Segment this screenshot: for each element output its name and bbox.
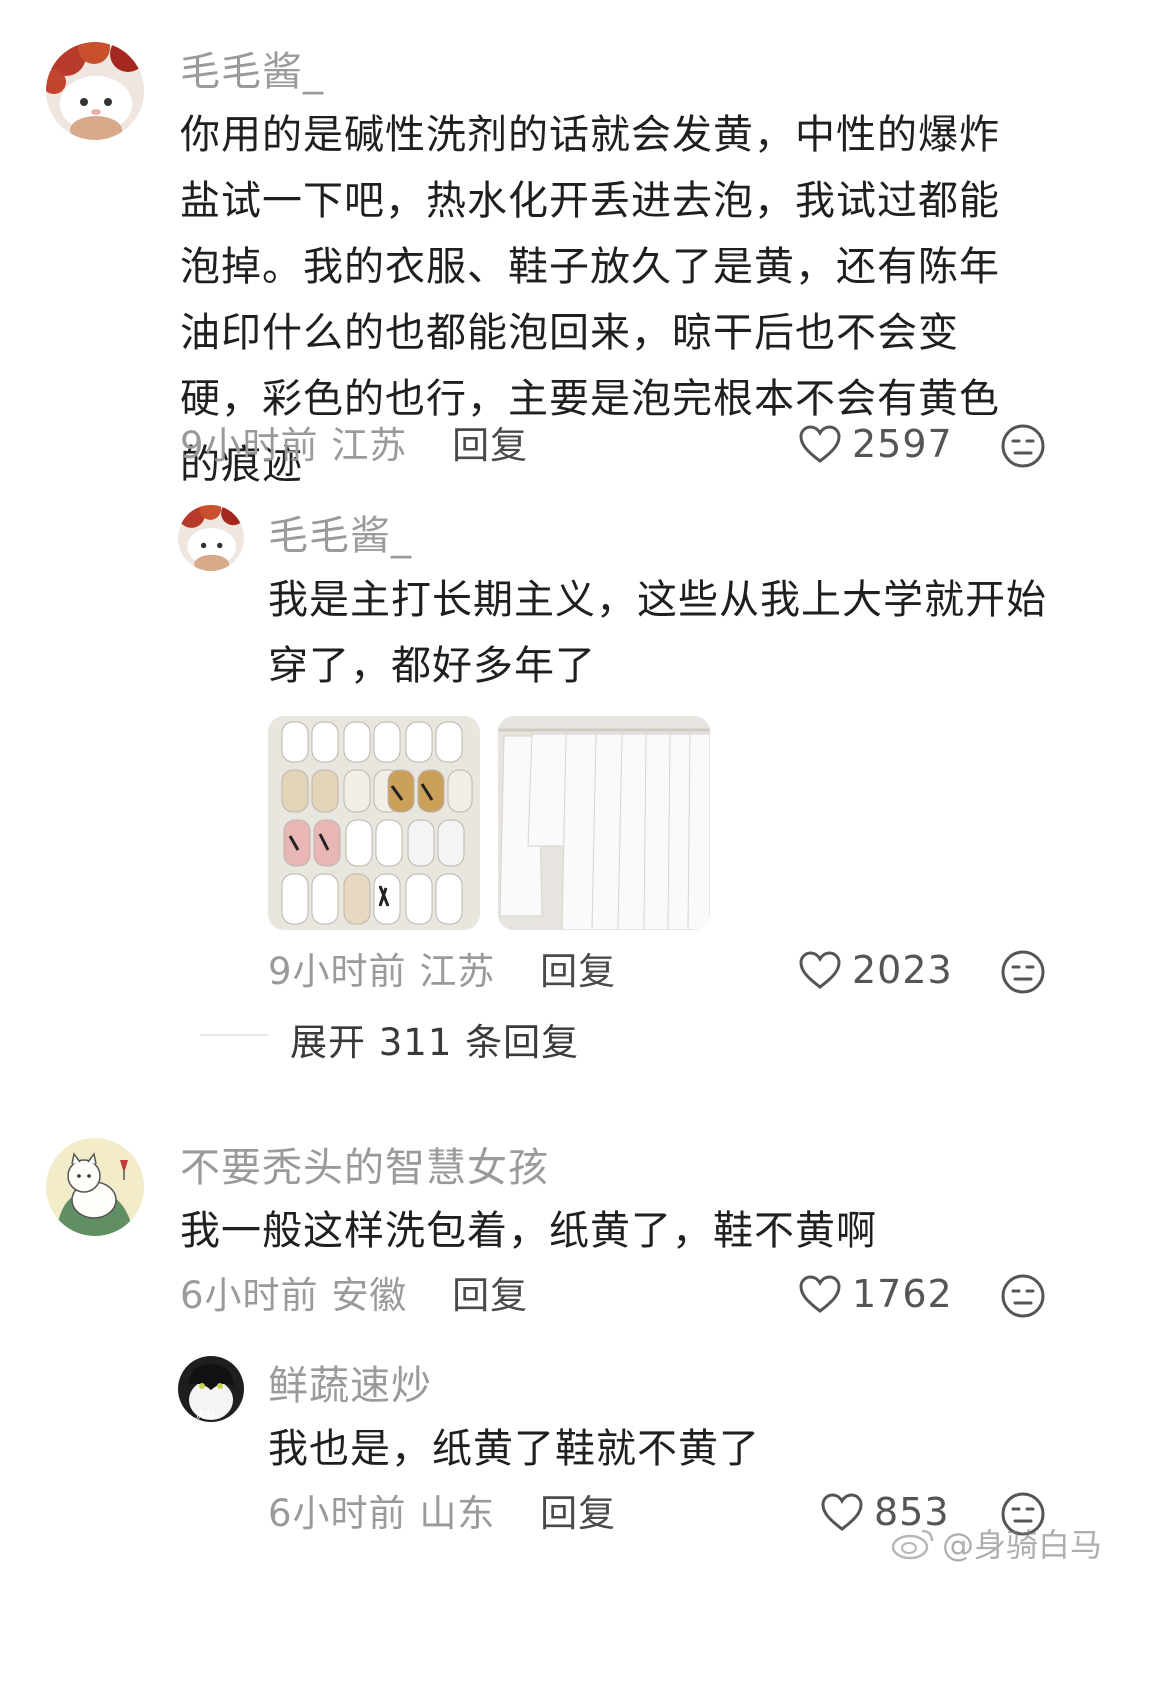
comment-location: 安徽 (331, 1274, 408, 1317)
avatar-text: 虎鲸 (196, 1408, 216, 1421)
comment-username[interactable]: 毛毛酱_ (180, 46, 324, 98)
watermark-text: @身骑白马 (942, 1526, 1103, 1564)
reply-button[interactable]: 回复 (540, 1492, 616, 1535)
heart-outline-icon (821, 1493, 863, 1531)
comment-text: 我一般这样洗包着，纸黄了，鞋不黄啊 (180, 1208, 877, 1254)
like-count: 1762 (852, 1272, 953, 1316)
reply-username[interactable]: 毛毛酱_ (268, 510, 412, 562)
neutral-face-icon[interactable] (1000, 1273, 1046, 1319)
reply-button[interactable]: 回复 (452, 424, 528, 467)
neutral-face-icon[interactable] (1000, 949, 1046, 995)
reply-text: 我也是，纸黄了鞋就不黄了 (268, 1426, 760, 1472)
like-count: 2597 (852, 422, 953, 466)
reply-time: 6小时前 (268, 1492, 407, 1535)
weibo-logo-icon (891, 1529, 934, 1560)
comment-location: 江苏 (331, 424, 408, 467)
reply-location: 江苏 (419, 950, 496, 993)
expand-replies-button[interactable]: 展开 311 条回复 (290, 1012, 579, 1066)
reply-time: 9小时前 (268, 950, 407, 993)
reply-location: 山东 (419, 1492, 496, 1535)
reply-meta: 6小时前 山东 回复 (268, 1490, 616, 1538)
divider (200, 1034, 268, 1036)
comment-username[interactable]: 不要秃头的智慧女孩 (180, 1142, 549, 1194)
like-button[interactable]: 2597 (798, 422, 953, 466)
reply-button[interactable]: 回复 (540, 950, 616, 993)
comment-meta: 9小时前 江苏 回复 (180, 422, 528, 470)
avatar[interactable]: 虎鲸 (178, 1356, 244, 1422)
neutral-face-icon[interactable] (1000, 423, 1046, 469)
like-button[interactable]: 1762 (798, 1272, 953, 1316)
like-button[interactable]: 2023 (798, 948, 953, 992)
avatar[interactable] (178, 505, 244, 571)
heart-outline-icon (799, 1275, 841, 1313)
heart-outline-icon (799, 951, 841, 989)
avatar[interactable] (46, 1138, 144, 1236)
reply-image-white-clothes[interactable] (498, 716, 710, 930)
avatar[interactable] (46, 42, 144, 140)
reply-text: 我是主打长期主义，这些从我上大学就开始穿了，都好多年了 (268, 577, 1047, 689)
reply-image-shoes[interactable] (268, 716, 480, 930)
reply-username[interactable]: 鲜蔬速炒 (268, 1360, 432, 1412)
like-count: 2023 (852, 948, 953, 992)
watermark: @身骑白马 (890, 1520, 1102, 1566)
heart-outline-icon (799, 425, 841, 463)
comment-time: 6小时前 (180, 1274, 319, 1317)
reply-button[interactable]: 回复 (452, 1274, 528, 1317)
comment-time: 9小时前 (180, 424, 319, 467)
comment-meta: 6小时前 安徽 回复 (180, 1272, 528, 1320)
reply-meta: 9小时前 江苏 回复 (268, 948, 616, 996)
